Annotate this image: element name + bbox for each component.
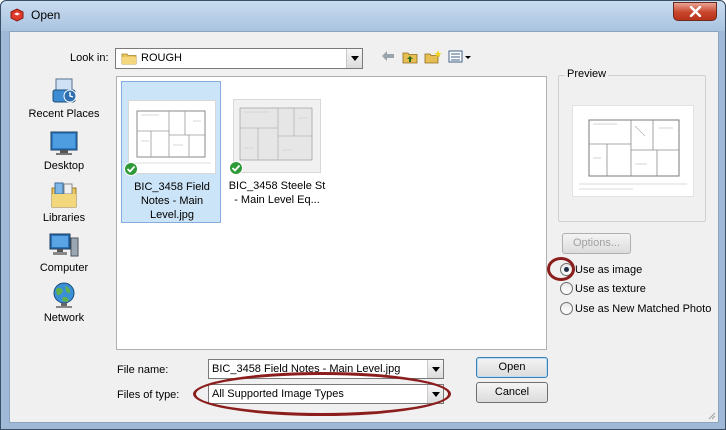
close-button[interactable] — [673, 2, 717, 21]
chevron-down-icon[interactable] — [427, 385, 443, 403]
files-of-type-value: All Supported Image Types — [212, 388, 344, 400]
file-list-view[interactable]: BIC_3458 Field Notes - Main Level.jpg BI… — [116, 76, 547, 350]
open-button[interactable]: Open — [476, 357, 548, 378]
place-libraries[interactable]: Libraries — [16, 180, 112, 230]
file-name-input[interactable]: BIC_3458 Field Notes - Main Level.jpg — [208, 359, 444, 379]
place-label: Network — [43, 312, 85, 324]
open-dialog-window: Open Look in: ROUGH Recent Places Deskto… — [0, 0, 726, 430]
place-desktop[interactable]: Desktop — [16, 128, 112, 178]
back-arrow-icon[interactable] — [381, 50, 395, 62]
use-as-matched-photo-label: Use as New Matched Photo — [575, 303, 712, 315]
use-as-image-radio[interactable] — [560, 263, 573, 276]
new-folder-icon[interactable] — [424, 50, 442, 64]
desktop-icon — [50, 131, 78, 155]
place-label: Libraries — [42, 212, 86, 224]
use-as-texture-label: Use as texture — [575, 283, 646, 295]
place-computer[interactable]: Computer — [16, 230, 112, 280]
title-bar[interactable]: Open — [1, 1, 725, 31]
files-of-type-label: Files of type: — [117, 389, 180, 401]
preview-label: Preview — [565, 68, 609, 80]
libraries-icon — [51, 182, 77, 208]
place-label: Computer — [39, 262, 89, 274]
computer-icon — [49, 233, 79, 257]
file-name-label: BIC_3458 Field Notes - Main Level.jpg — [134, 181, 210, 221]
network-icon — [53, 282, 75, 308]
place-label: Desktop — [43, 160, 85, 172]
window-title: Open — [31, 8, 61, 22]
file-thumbnail — [233, 99, 321, 173]
folder-icon — [121, 53, 137, 65]
recent-places-icon — [52, 78, 77, 103]
options-button[interactable]: Options... — [562, 233, 631, 254]
sync-check-icon — [124, 162, 138, 176]
preview-image — [572, 105, 694, 197]
look-in-value: ROUGH — [141, 52, 182, 64]
up-folder-icon[interactable] — [402, 50, 418, 64]
view-menu-icon[interactable] — [448, 50, 472, 64]
sync-check-icon — [229, 161, 243, 175]
file-name-label-text: File name: — [117, 364, 169, 376]
files-of-type-dropdown[interactable]: All Supported Image Types — [208, 384, 444, 404]
use-as-image-label: Use as image — [575, 264, 643, 276]
sketchup-icon — [10, 8, 24, 22]
file-item[interactable]: BIC_3458 Field Notes - Main Level.jpg — [121, 81, 221, 223]
file-thumbnail — [128, 100, 216, 174]
chevron-down-icon[interactable] — [427, 360, 443, 378]
use-as-texture-radio[interactable] — [560, 282, 573, 295]
look-in-label: Look in: — [70, 52, 109, 64]
place-network[interactable]: Network — [16, 280, 112, 330]
file-item[interactable]: BIC_3458 Steele St - Main Level Eq... — [227, 81, 327, 223]
file-name-label: BIC_3458 Steele St - Main Level Eq... — [228, 180, 326, 206]
places-bar: Recent Places Desktop Libraries Computer… — [16, 76, 112, 348]
resize-grip-icon[interactable] — [706, 410, 716, 420]
place-label: Recent Places — [28, 108, 100, 120]
look-in-dropdown[interactable]: ROUGH — [115, 48, 363, 69]
chevron-down-icon[interactable] — [346, 49, 362, 68]
close-icon — [689, 6, 702, 17]
file-name-value: BIC_3458 Field Notes - Main Level.jpg — [212, 363, 401, 375]
use-as-matched-photo-radio[interactable] — [560, 302, 573, 315]
place-recent-places[interactable]: Recent Places — [16, 76, 112, 126]
cancel-button[interactable]: Cancel — [476, 382, 548, 403]
dialog-client-area: Look in: ROUGH Recent Places Desktop Lib… — [9, 31, 719, 423]
